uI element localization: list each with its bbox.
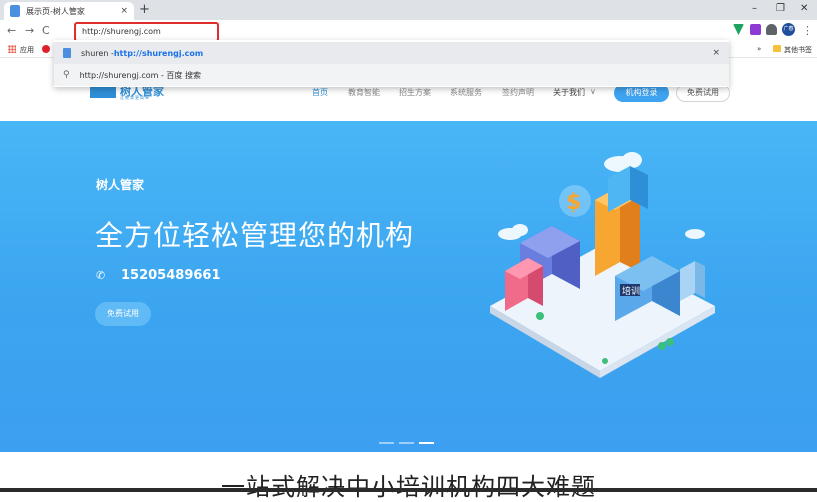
taskbar-strip [0, 488, 817, 492]
search-icon: ⚲ [63, 70, 70, 80]
hero-trial-button[interactable]: 免费试用 [95, 302, 151, 326]
nav-service[interactable]: 系统服务 [450, 87, 482, 98]
profile-avatar[interactable]: 广春 [782, 23, 795, 36]
phone-icon: ✆ [96, 269, 106, 282]
tab-close-icon[interactable]: × [120, 6, 128, 16]
city-illustration: 培训 $ [490, 152, 715, 378]
nav-about[interactable]: 关于我们 [553, 87, 585, 98]
extension-purple-icon[interactable] [750, 24, 761, 35]
folder-icon [773, 45, 781, 52]
chevron-down-icon[interactable]: ∨ [590, 87, 596, 96]
site-favicon-icon [10, 5, 20, 17]
suggestion-url: http://shurengj.com [113, 48, 204, 58]
suggestion-search[interactable]: ⚲ http://shurengj.com - 百度 搜索 [54, 64, 729, 86]
section-title: 一站式解决中小培训机构四大难题 [221, 473, 596, 501]
browser-toolbar: ← → C http://shurengj.com 广春 ⋮ [0, 20, 817, 42]
hero-phone: 15205489661 [121, 268, 221, 283]
apps-bookmark[interactable]: 应用 [20, 45, 34, 55]
carousel-dot[interactable] [379, 442, 394, 444]
training-sign-text: 培训 [622, 285, 640, 297]
carousel-dot-active[interactable] [419, 442, 434, 444]
hero-brand: 树人管家 [96, 178, 145, 192]
maximize-button[interactable]: ❐ [776, 3, 785, 14]
site-favicon-icon [63, 48, 71, 58]
back-button[interactable]: ← [7, 24, 16, 37]
suggestion-title: shuren - [81, 48, 114, 58]
svg-text:$: $ [566, 190, 581, 215]
nav-contract[interactable]: 签约声明 [502, 87, 534, 98]
suggestion-search-text: http://shurengj.com - 百度 搜索 [79, 70, 201, 80]
omnibox-suggestions: shuren - http://shurengj.com × ⚲ http://… [54, 40, 729, 87]
hero-banner: 树人管家 全方位轻松管理您的机构 ✆ 15205489661 免费试用 培训 $ [0, 121, 817, 452]
bookmarks-overflow[interactable]: » [757, 45, 761, 53]
tab-bar: 展示页-树人管家 × + – ❐ ✕ [0, 0, 817, 20]
tab-title: 展示页-树人管家 [26, 6, 85, 16]
logo-tagline: 让教育更简单 [120, 95, 150, 100]
apps-grid-icon[interactable] [8, 45, 16, 53]
reload-button[interactable]: C [42, 24, 50, 37]
new-tab-button[interactable]: + [139, 2, 150, 18]
nav-edu-ai[interactable]: 教育智能 [348, 87, 380, 98]
suggestion-history[interactable]: shuren - http://shurengj.com × [54, 42, 729, 64]
forward-button[interactable]: → [25, 24, 34, 37]
address-bar[interactable]: http://shurengj.com [74, 22, 219, 42]
remove-suggestion-icon[interactable]: × [712, 48, 720, 58]
carousel-dot[interactable] [399, 442, 414, 444]
nav-home[interactable]: 首页 [312, 87, 328, 98]
bookmark-red-icon[interactable] [42, 45, 50, 53]
minimize-button[interactable]: – [752, 3, 757, 14]
hero-headline: 全方位轻松管理您的机构 [95, 219, 415, 252]
nav-enrollment[interactable]: 招生方案 [399, 87, 431, 98]
browser-tab[interactable]: 展示页-树人管家 × [4, 2, 134, 20]
extensions-puzzle-icon[interactable] [766, 24, 777, 35]
extension-v-icon[interactable] [733, 24, 744, 35]
close-window-button[interactable]: ✕ [800, 3, 808, 14]
menu-dots-icon[interactable]: ⋮ [802, 24, 813, 37]
other-bookmarks[interactable]: 其他书签 [784, 45, 812, 55]
carousel-indicators [379, 442, 434, 444]
